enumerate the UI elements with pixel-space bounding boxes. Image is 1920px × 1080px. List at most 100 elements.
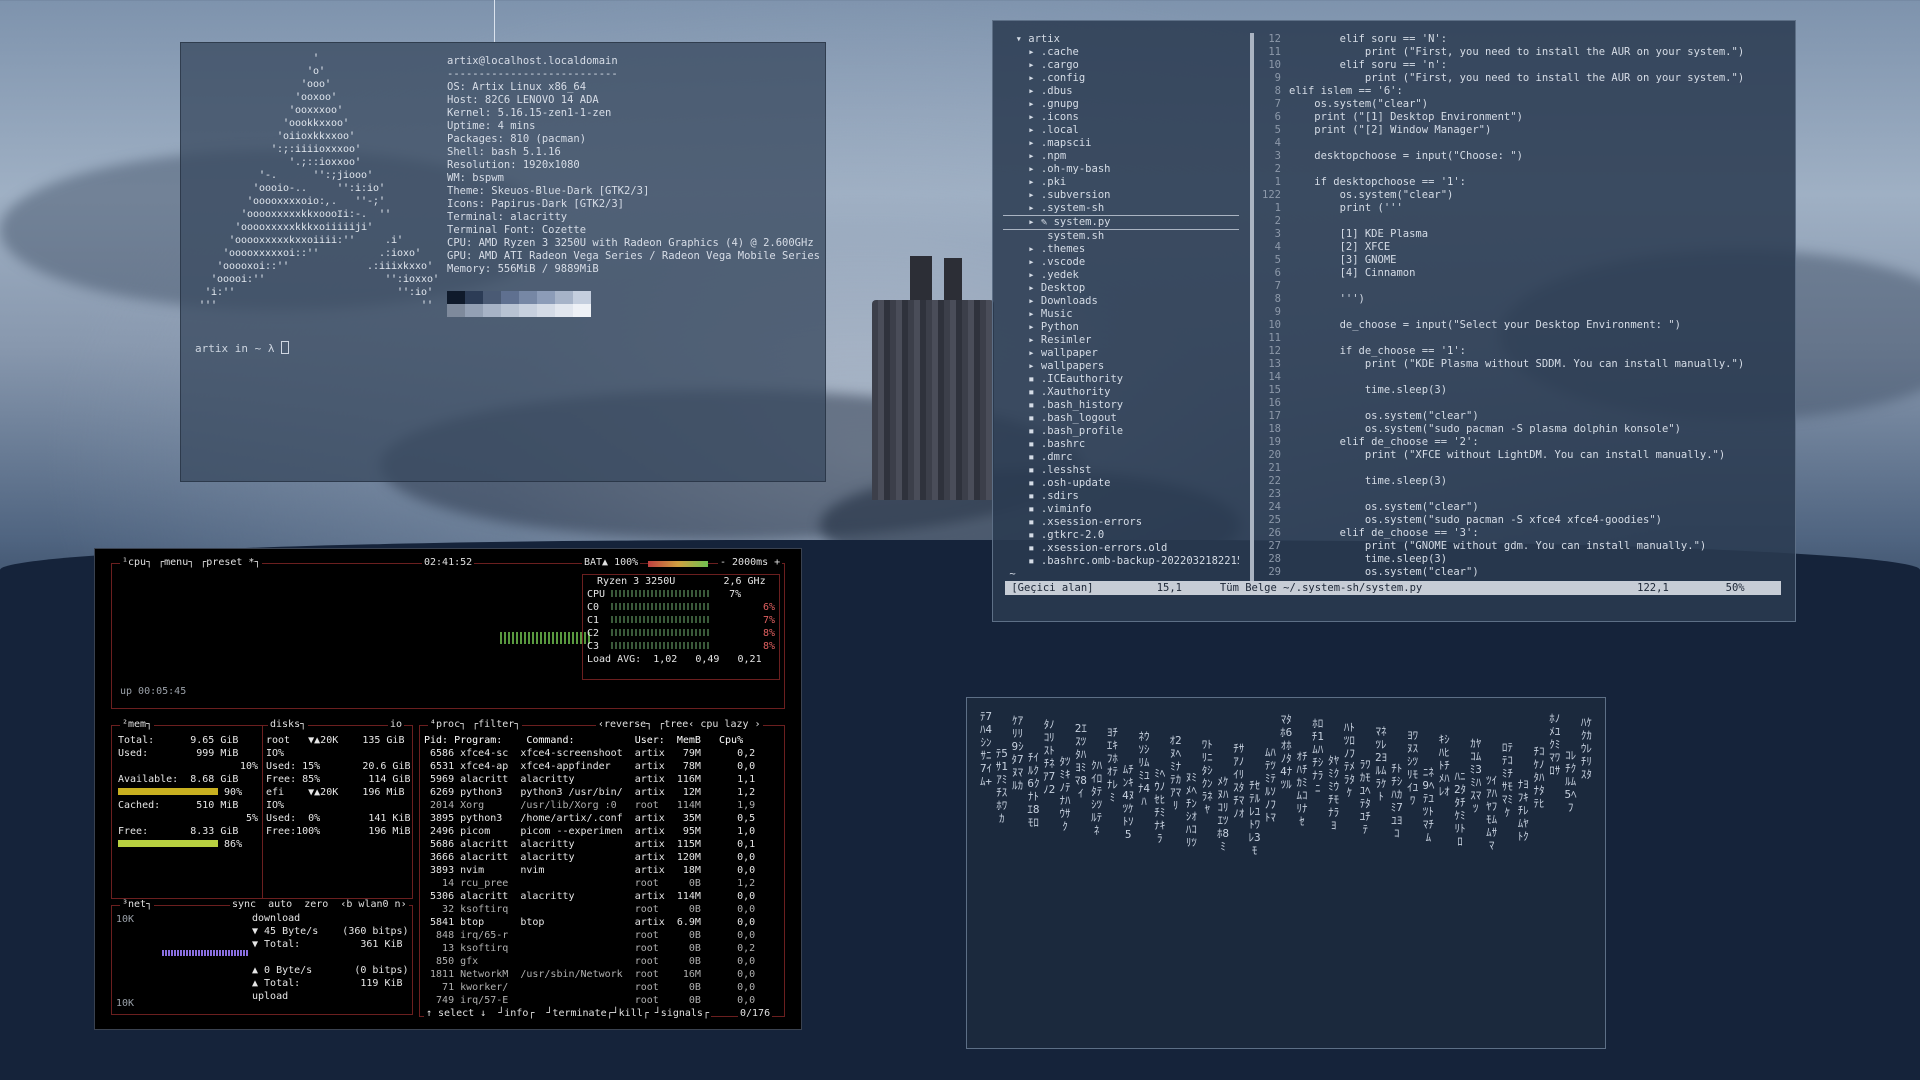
proc-row[interactable]: 71 kworker/ root 0B 0,0 (424, 981, 780, 994)
code-line[interactable]: 16 (1255, 397, 1791, 410)
proc-row[interactable]: 13 ksoftirq root 0B 0,2 (424, 942, 780, 955)
code-buffer[interactable]: 12 elif soru == 'N': 11 print ("First, yo… (1255, 33, 1791, 579)
file-tree[interactable]: ▾ artix ▸ .cache ▸ .cargo ▸ .config ▸ .d… (1003, 33, 1239, 581)
tree-item[interactable]: ▸ .npm (1003, 150, 1239, 163)
proc-tools[interactable]: ‹reverse┐ ┌tree‹ cpu lazy › (596, 719, 763, 731)
tree-item[interactable]: ▸ wallpapers (1003, 360, 1239, 373)
split-divider[interactable] (1250, 33, 1254, 581)
code-line[interactable]: 1 print (''' (1255, 202, 1791, 215)
tree-item[interactable]: ▸ .cache (1003, 46, 1239, 59)
tree-item[interactable]: ▪ .ICEauthority (1003, 373, 1239, 386)
nvim-editor[interactable]: ▾ artix ▸ .cache ▸ .cargo ▸ .config ▸ .d… (992, 20, 1796, 622)
proc-row[interactable]: 6531 xfce4-ap xfce4-appfinder artix 78M … (424, 760, 780, 773)
code-line[interactable]: 25 os.system("sudo pacman -S xfce4 xfce4… (1255, 514, 1791, 527)
tree-item[interactable]: ▸ .oh-my-bash (1003, 163, 1239, 176)
tree-item[interactable]: ▸ Resimler (1003, 334, 1239, 347)
code-line[interactable]: 8 ''') (1255, 293, 1791, 306)
code-line[interactable]: 6 [4] Cinnamon (1255, 267, 1791, 280)
tree-item[interactable]: ▸ .themes (1003, 243, 1239, 256)
proc-row[interactable]: 3893 nvim nvim artix 18M 0,0 (424, 864, 780, 877)
tree-item[interactable]: ▸ Python (1003, 321, 1239, 334)
process-list[interactable]: Pid: Program: Command: User: MemB Cpu% 6… (424, 734, 780, 1007)
tree-item[interactable]: ▸ .pki (1003, 176, 1239, 189)
code-line[interactable]: 4 [2] XFCE (1255, 241, 1791, 254)
tree-item[interactable]: ▪ .bash_profile (1003, 425, 1239, 438)
tree-item[interactable]: ▪ .bash_logout (1003, 412, 1239, 425)
tree-item[interactable]: ▸ .vscode (1003, 256, 1239, 269)
code-line[interactable]: 27 print ("GNOME without gdm. You can in… (1255, 540, 1791, 553)
proc-row[interactable]: 5306 alacritt alacritty artix 114M 0,0 (424, 890, 780, 903)
tree-item[interactable]: ▪ .bashrc (1003, 438, 1239, 451)
tree-item[interactable]: ▸ .subversion (1003, 189, 1239, 202)
tree-item[interactable]: ▪ .Xauthority (1003, 386, 1239, 399)
shell-prompt[interactable]: artix in ~ λ (195, 341, 290, 355)
code-line[interactable]: 17 os.system("clear") (1255, 410, 1791, 423)
code-line[interactable]: 5 print ("[2] Window Manager") (1255, 124, 1791, 137)
proc-row[interactable]: 850 gfx root 0B 0,0 (424, 955, 780, 968)
code-line[interactable]: 11 (1255, 332, 1791, 345)
proc-row[interactable]: 5969 alacritt alacritty artix 116M 1,1 (424, 773, 780, 786)
tree-item[interactable]: ▸ .mapscii (1003, 137, 1239, 150)
tree-item[interactable]: ▪ .bashrc.omb-backup-20220321822150 (1003, 555, 1239, 568)
tree-item[interactable]: ▪ .gtkrc-2.0 (1003, 529, 1239, 542)
proc-row[interactable]: 848 irq/65-r root 0B 0,0 (424, 929, 780, 942)
tree-item[interactable]: ~ (1003, 568, 1239, 581)
tree-item[interactable]: ▾ artix (1003, 33, 1239, 46)
proc-header[interactable]: Pid: Program: Command: User: MemB Cpu% (424, 734, 780, 747)
proc-row[interactable]: 14 rcu_pree root 0B 1,2 (424, 877, 780, 890)
code-line[interactable]: 9 (1255, 306, 1791, 319)
code-line[interactable]: 15 time.sleep(3) (1255, 384, 1791, 397)
tree-item[interactable]: ▪ .xsession-errors.old (1003, 542, 1239, 555)
tree-item[interactable]: ▸ .config (1003, 72, 1239, 85)
proc-row[interactable]: 5841 btop btop artix 6.9M 0,0 (424, 916, 780, 929)
btop-monitor[interactable]: ¹cpu┐ ┌menu┐ ┌preset *┐ 02:41:52 BAT▲ 10… (94, 548, 802, 1030)
proc-row[interactable]: 32 ksoftirq root 0B 0,0 (424, 903, 780, 916)
proc-row[interactable]: 3895 python3 /home/artix/.conf artix 35M… (424, 812, 780, 825)
tree-item[interactable]: ▪ .lesshst (1003, 464, 1239, 477)
code-line[interactable]: 23 (1255, 488, 1791, 501)
tree-item[interactable]: ▸ .cargo (1003, 59, 1239, 72)
code-line[interactable]: 3 [1] KDE Plasma (1255, 228, 1791, 241)
code-line[interactable]: 11 print ("First, you need to install th… (1255, 46, 1791, 59)
proc-box-title[interactable]: ⁴proc┐ ┌filter┐ (428, 719, 523, 731)
code-line[interactable]: 10 elif soru == 'n': (1255, 59, 1791, 72)
code-line[interactable]: 6 print ("[1] Desktop Environment") (1255, 111, 1791, 124)
code-line[interactable]: 18 os.system("sudo pacman -S plasma dolp… (1255, 423, 1791, 436)
code-line[interactable]: 7 (1255, 280, 1791, 293)
io-label[interactable]: io (388, 719, 405, 731)
code-line[interactable]: 5 [3] GNOME (1255, 254, 1791, 267)
tree-item[interactable]: ▸ .icons (1003, 111, 1239, 124)
code-line[interactable]: 22 time.sleep(3) (1255, 475, 1791, 488)
code-line[interactable]: 7 os.system("clear") (1255, 98, 1791, 111)
proc-footer[interactable]: ↑ select ↓ ┘info┌ ┘terminate┌┘kill┌ ┘sig… (424, 1008, 711, 1020)
tree-item[interactable]: ▪ .viminfo (1003, 503, 1239, 516)
code-line[interactable]: 2 (1255, 163, 1791, 176)
code-line[interactable]: 13 print ("KDE Plasma without SDDM. You … (1255, 358, 1791, 371)
code-line[interactable]: 21 (1255, 462, 1791, 475)
code-line[interactable]: 122 os.system("clear") (1255, 189, 1791, 202)
cpu-box-title[interactable]: ¹cpu┐ ┌menu┐ ┌preset *┐ (120, 557, 263, 569)
code-line[interactable]: 2 (1255, 215, 1791, 228)
tree-item[interactable]: ▸ ✎ system.py (1003, 215, 1239, 230)
matrix-terminal[interactable]: ﾃ7ﾊ4ｼﾝｻﾆ7ｲﾑ+ ﾃ5ｻ1ｱﾐﾁｽﾎﾜｶ ｹｱﾘﾘ9ｼﾀ7ﾇﾏﾙｶ ﾁｲﾙｸ6… (966, 697, 1606, 1049)
code-line[interactable]: 28 time.sleep(3) (1255, 553, 1791, 566)
code-line[interactable]: 14 (1255, 371, 1791, 384)
tree-item[interactable]: ▸ .dbus (1003, 85, 1239, 98)
code-line[interactable]: 19 elif de_choose == '2': (1255, 436, 1791, 449)
code-line[interactable]: 8 elif islem == '6': (1255, 85, 1791, 98)
code-line[interactable]: 9 print ("First, you need to install the… (1255, 72, 1791, 85)
proc-row[interactable]: 2014 Xorg /usr/lib/Xorg :0 root 114M 1,9 (424, 799, 780, 812)
proc-row[interactable]: 3666 alacritt alacritty artix 120M 0,0 (424, 851, 780, 864)
code-line[interactable]: 4 (1255, 137, 1791, 150)
tree-item[interactable]: ▸ wallpaper (1003, 347, 1239, 360)
tree-item[interactable]: system.sh (1003, 230, 1239, 243)
disks-title[interactable]: disks┐ (268, 719, 309, 731)
tree-item[interactable]: ▸ Downloads (1003, 295, 1239, 308)
tree-item[interactable]: ▪ .sdirs (1003, 490, 1239, 503)
code-line[interactable]: 3 desktopchoose = input("Choose: ") (1255, 150, 1791, 163)
proc-row[interactable]: 1811 NetworkM /usr/sbin/Network root 16M… (424, 968, 780, 981)
tree-item[interactable]: ▸ .system-sh (1003, 202, 1239, 215)
code-line[interactable]: 1 if desktopchoose == '1': (1255, 176, 1791, 189)
code-line[interactable]: 26 elif de_choose == '3': (1255, 527, 1791, 540)
code-line[interactable]: 20 print ("XFCE without LightDM. You can… (1255, 449, 1791, 462)
